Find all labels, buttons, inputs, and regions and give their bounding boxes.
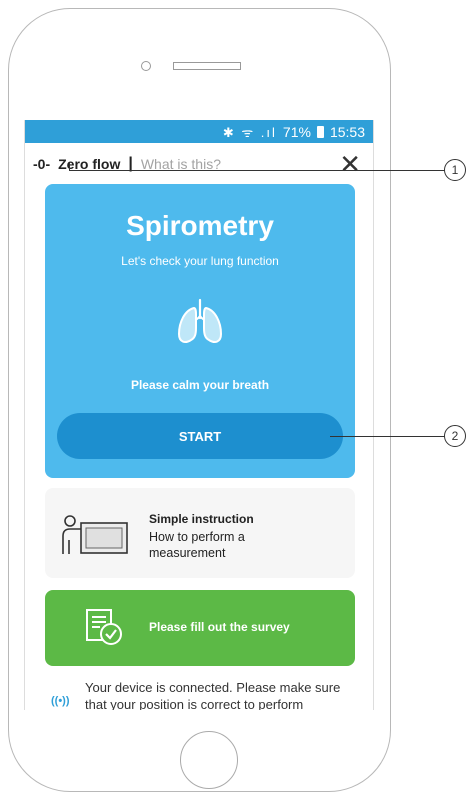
start-button[interactable]: START: [57, 413, 343, 459]
camera: [141, 61, 151, 71]
lungs-icon: [177, 298, 223, 343]
connection-text: Your device is connected. Please make su…: [85, 680, 341, 710]
callout-2-marker: 2: [444, 425, 466, 447]
battery-icon: [316, 125, 324, 138]
home-button[interactable]: [180, 731, 238, 789]
callout-1-connector: [69, 163, 70, 170]
instruction-card[interactable]: Simple instruction How to perform a meas…: [45, 488, 355, 578]
speaker: [173, 62, 241, 70]
spirometry-subtitle: Let's check your lung function: [121, 254, 279, 268]
status-time: 15:53: [329, 123, 365, 140]
top-bar: -0- Zero flow | What is this? ✕: [25, 143, 373, 185]
zero-flow-icon: -0-: [33, 156, 51, 172]
status-icons: ✱ ᯤ .ıl: [222, 124, 277, 140]
calm-breath-text: Please calm your breath: [130, 378, 270, 392]
instruction-title: Simple instruction: [149, 512, 254, 526]
status-bar: ✱ ᯤ .ıl 71% 15:53: [25, 120, 373, 143]
survey-label: Please fill out the survey: [149, 620, 290, 634]
callout-2-line: [330, 436, 445, 437]
app-screen: ✱ ᯤ .ıl 71% 15:53 -0- Zero flow | What i…: [24, 120, 374, 710]
instruction-text: How to perform a measurement: [149, 530, 245, 560]
battery-percent: 71%: [282, 123, 311, 140]
close-icon[interactable]: ✕: [339, 149, 361, 180]
spirometry-title: Spirometry: [126, 210, 274, 241]
callout-1-marker: 1: [444, 159, 466, 181]
callout-1-line: [69, 170, 445, 171]
presentation-icon: [62, 515, 128, 554]
connection-icon: ((•)): [51, 695, 70, 707]
spirometry-card: Spirometry Let's check your lung functio…: [45, 184, 355, 478]
survey-check-icon: [86, 609, 122, 645]
survey-card[interactable]: Please fill out the survey: [45, 590, 355, 666]
